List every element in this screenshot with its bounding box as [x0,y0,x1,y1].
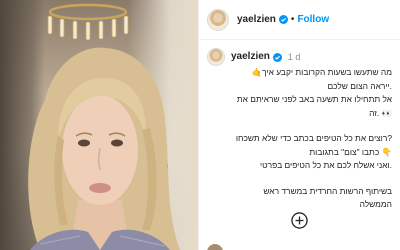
caption-line: הממשלה [359,199,392,209]
caption-line: 👀 .זה [369,107,392,118]
caption-line: .ייראה הצום שלכם [327,80,392,91]
presenter-image [28,47,181,250]
caption-line: ?רוצים את כל הטיפים בכתב כדי שלא תשכחו [235,133,392,143]
caption-line: בשיתוף הרשות החרדית במשרד ראש [263,185,392,196]
caption-line: מה שתעשו בשעות הקרובות יקבע איך🤙 [251,67,392,77]
caption-header: yaelzien 1 d [199,40,400,66]
post-caption: מה שתעשו בשעות הקרובות יקבע איך🤙 .ייראה … [207,66,392,212]
author-username[interactable]: yaelzien [237,14,276,25]
post-details-panel: yaelzien • Follow yaelzien 1 d מה שתעשו … [198,0,400,250]
separator-dot: • [290,14,295,25]
post-view: yaelzien • Follow yaelzien 1 d מה שתעשו … [0,0,400,250]
author-avatar[interactable] [207,8,229,31]
post-header: yaelzien • Follow [199,0,400,40]
commenter-avatar[interactable] [207,244,223,250]
plus-circle-icon[interactable] [291,212,308,229]
caption-author-avatar[interactable] [207,48,225,66]
follow-button[interactable]: Follow [297,14,329,25]
caption-line: 👇 כתבו "צום" בתגובות [309,146,392,157]
caption-line: .ואני אשלח לכם את כל הטיפים בפרטי [259,160,392,170]
post-time: 1 d [287,52,301,62]
verified-badge-icon [278,15,288,24]
next-comment-row [207,244,397,250]
caption-line: אל תתחילו את תשעה באב לפני שראיתם את [236,94,392,104]
verified-badge-icon [272,53,282,62]
caption-author-username[interactable]: yaelzien [231,51,270,66]
post-media[interactable] [0,0,198,250]
